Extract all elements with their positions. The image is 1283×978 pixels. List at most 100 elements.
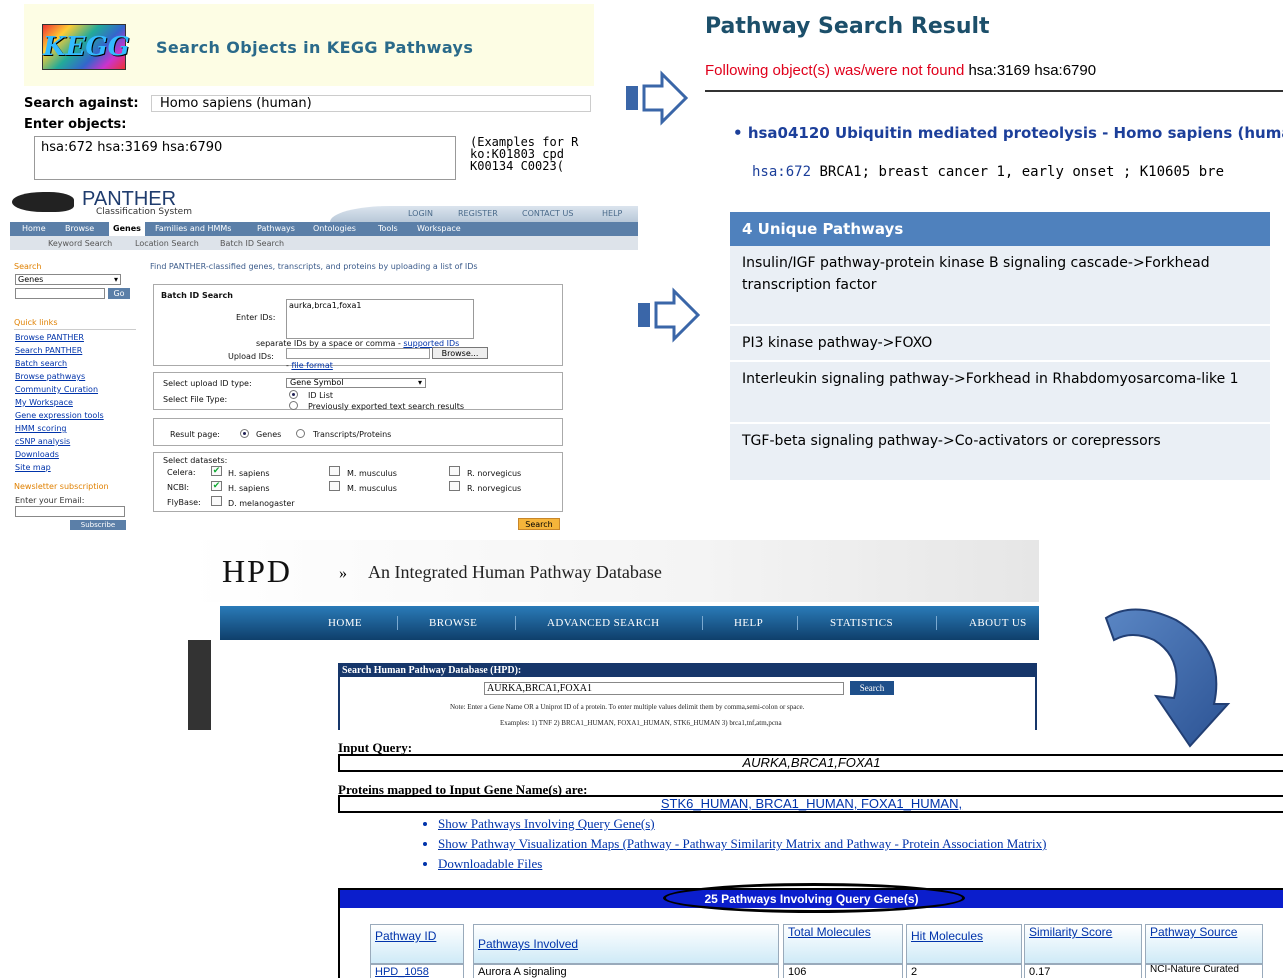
transcripts-radio-label: Transcripts/Proteins bbox=[313, 430, 392, 439]
panther-subnav: Keyword Search Location Search Batch ID … bbox=[10, 236, 638, 250]
subnav-keyword[interactable]: Keyword Search bbox=[48, 239, 112, 248]
nav-pathways[interactable]: Pathways bbox=[257, 224, 295, 233]
quick-link[interactable]: cSNP analysis bbox=[15, 437, 70, 446]
proteins-value[interactable]: STK6_HUMAN, BRCA1_HUMAN, FOXA1_HUMAN, bbox=[338, 795, 1283, 813]
organism-select[interactable]: Homo sapiens (human) bbox=[151, 95, 591, 112]
nav-genes[interactable]: Genes bbox=[109, 222, 145, 236]
hpd-search-button[interactable]: Search bbox=[850, 681, 894, 695]
chevron-down-icon: ▾ bbox=[417, 378, 422, 387]
quick-link[interactable]: Browse pathways bbox=[15, 372, 85, 381]
hpd-header: HPD » An Integrated Human Pathway Databa… bbox=[188, 540, 1039, 602]
pathway-link-text[interactable]: hsa04120 Ubiquitin mediated proteolysis … bbox=[748, 124, 1283, 142]
downloadable-files-link[interactable]: Downloadable Files bbox=[438, 856, 1046, 872]
cell-pathway-id[interactable]: HPD_1058 bbox=[370, 964, 464, 978]
quick-links-heading: Quick links bbox=[14, 318, 58, 327]
ids-textarea[interactable]: aurka,brca1,foxa1 bbox=[286, 299, 474, 339]
search-select[interactable]: Genes ▾ bbox=[15, 274, 121, 285]
previous-results-radio[interactable] bbox=[289, 401, 298, 410]
quick-link[interactable]: My Workspace bbox=[15, 398, 73, 407]
nav-divider bbox=[515, 616, 516, 630]
celera-mmusculus-checkbox[interactable] bbox=[329, 466, 340, 476]
nav-tools[interactable]: Tools bbox=[378, 224, 398, 233]
hpd-nav-about[interactable]: ABOUT US bbox=[969, 617, 1027, 629]
pathway-link[interactable]: • hsa04120 Ubiquitin mediated proteolysi… bbox=[733, 124, 1283, 142]
subnav-batch[interactable]: Batch ID Search bbox=[220, 239, 284, 248]
panther-subtitle: Classification System bbox=[96, 207, 192, 217]
help-link[interactable]: HELP bbox=[602, 209, 622, 218]
ncbi-hsapiens-checkbox[interactable]: ✔ bbox=[211, 481, 222, 491]
id-type-value: Gene Symbol bbox=[290, 378, 344, 387]
quick-link[interactable]: Browse PANTHER bbox=[15, 333, 84, 342]
file-format-link[interactable]: file format bbox=[291, 361, 332, 370]
gene-line: hsa:672 BRCA1; breast cancer 1, early on… bbox=[752, 164, 1224, 180]
select-type-label: Select upload ID type: bbox=[163, 379, 252, 388]
subscribe-button[interactable]: Subscribe bbox=[70, 520, 126, 530]
visualization-maps-link[interactable]: Show Pathway Visualization Maps (Pathway… bbox=[438, 836, 1046, 852]
celera-hsapiens-checkbox[interactable]: ✔ bbox=[211, 466, 222, 476]
hpd-nav-browse[interactable]: BROWSE bbox=[429, 617, 477, 629]
quick-link[interactable]: Gene expression tools bbox=[15, 411, 104, 420]
nav-workspace[interactable]: Workspace bbox=[417, 224, 461, 233]
search-select-value: Genes bbox=[18, 275, 44, 284]
upload-input[interactable] bbox=[286, 348, 430, 359]
col-pathway-source[interactable]: Pathway Source bbox=[1145, 924, 1263, 964]
nav-families[interactable]: Families and HMMs bbox=[155, 224, 231, 233]
datasets-box: Select datasets: Celera: ✔ H. sapiens M.… bbox=[153, 452, 563, 512]
nav-ontologies[interactable]: Ontologies bbox=[313, 224, 356, 233]
enter-ids-label: Enter IDs: bbox=[236, 313, 276, 322]
col-hit-molecules[interactable]: Hit Molecules bbox=[906, 924, 1022, 964]
col-similarity-score[interactable]: Similarity Score bbox=[1024, 924, 1142, 964]
hpd-tagline: An Integrated Human Pathway Database bbox=[368, 562, 662, 582]
ncbi-mmusculus-checkbox[interactable] bbox=[329, 481, 340, 491]
panther-search-button[interactable]: Search bbox=[518, 518, 560, 530]
gene-description: BRCA1; breast cancer 1, early onset ; K1… bbox=[819, 164, 1225, 180]
col-pathway-id[interactable]: Pathway ID bbox=[370, 924, 464, 964]
go-button[interactable]: Go bbox=[108, 288, 130, 299]
celera-rnorvegicus-checkbox[interactable] bbox=[449, 466, 460, 476]
hpd-search-title: Search Human Pathway Database (HPD): bbox=[340, 665, 1035, 677]
flybase-dmelanogaster-checkbox[interactable] bbox=[211, 496, 222, 506]
celera-label: Celera: bbox=[167, 468, 196, 477]
subnav-location[interactable]: Location Search bbox=[135, 239, 199, 248]
quick-link[interactable]: HMM scoring bbox=[15, 424, 66, 433]
datasets-label: Select datasets: bbox=[163, 456, 228, 465]
ncbi-rnorvegicus-checkbox[interactable] bbox=[449, 481, 460, 491]
register-link[interactable]: REGISTER bbox=[458, 209, 498, 218]
curved-arrow-icon bbox=[1104, 608, 1231, 748]
quick-link[interactable]: Downloads bbox=[15, 450, 59, 459]
kegg-result-panel: Pathway Search Result Following object(s… bbox=[700, 0, 1283, 200]
col-total-molecules[interactable]: Total Molecules bbox=[783, 924, 903, 964]
browse-button[interactable]: Browse... bbox=[432, 347, 488, 359]
hpd-sidebar bbox=[188, 640, 211, 730]
genes-radio[interactable] bbox=[240, 429, 249, 438]
col-pathways-involved[interactable]: Pathways Involved bbox=[473, 924, 779, 964]
hpd-nav-home[interactable]: HOME bbox=[328, 617, 362, 629]
search-input[interactable] bbox=[15, 288, 105, 299]
unique-pathways-panel: 4 Unique Pathways Insulin/IGF pathway-pr… bbox=[730, 212, 1270, 480]
id-type-select[interactable]: Gene Symbol ▾ bbox=[286, 378, 426, 388]
kegg-search-panel: KEGG Search Objects in KEGG Pathways Sea… bbox=[24, 4, 594, 180]
quick-link[interactable]: Search PANTHER bbox=[15, 346, 82, 355]
id-list-radio[interactable] bbox=[289, 390, 298, 399]
show-pathways-link[interactable]: Show Pathways Involving Query Gene(s) bbox=[438, 816, 1046, 832]
quick-link[interactable]: Site map bbox=[15, 463, 51, 472]
quick-link[interactable]: Batch search bbox=[15, 359, 67, 368]
transcripts-radio[interactable] bbox=[296, 429, 305, 438]
email-input[interactable] bbox=[15, 506, 125, 517]
objects-textarea[interactable]: hsa:672 hsa:3169 hsa:6790 bbox=[34, 136, 456, 180]
contact-link[interactable]: CONTACT US bbox=[522, 209, 573, 218]
upload-type-box: Select upload ID type: Gene Symbol ▾ Sele… bbox=[153, 372, 563, 411]
cell-total-molecules: 106 bbox=[783, 964, 903, 978]
gene-id-link[interactable]: hsa:672 bbox=[752, 164, 811, 180]
panther-nav: Home Browse Genes Families and HMMs Path… bbox=[10, 222, 638, 236]
login-link[interactable]: LOGIN bbox=[408, 209, 433, 218]
quick-link[interactable]: Community Curation bbox=[15, 385, 98, 394]
nav-browse[interactable]: Browse bbox=[65, 224, 94, 233]
hpd-nav-help[interactable]: HELP bbox=[734, 617, 763, 629]
panther-panel: PANTHER Classification System LOGIN REGI… bbox=[10, 180, 638, 536]
hpd-nav-advanced[interactable]: ADVANCED SEARCH bbox=[547, 617, 659, 629]
hpd-search-input[interactable]: AURKA,BRCA1,FOXA1 bbox=[484, 682, 844, 695]
nav-home[interactable]: Home bbox=[22, 224, 46, 233]
hpd-nav-statistics[interactable]: STATISTICS bbox=[830, 617, 893, 629]
hpd-search-box: Search Human Pathway Database (HPD): AUR… bbox=[338, 663, 1037, 730]
